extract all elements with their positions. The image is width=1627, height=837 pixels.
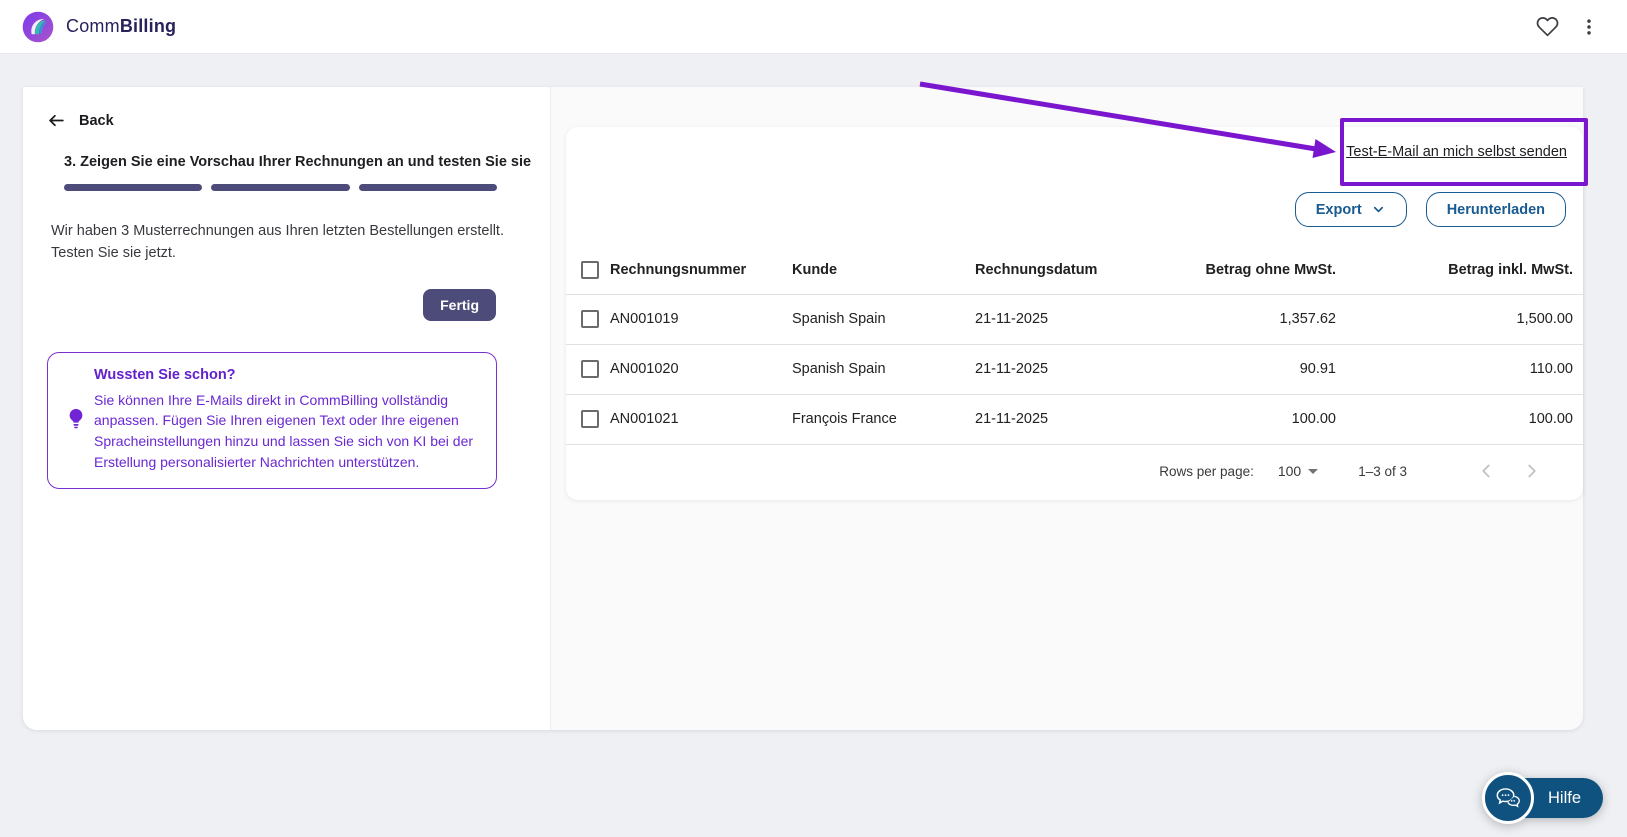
select-all-checkbox[interactable]: [581, 261, 599, 279]
invoice-area: Test-E-Mail an mich selbst senden Export…: [551, 87, 1583, 730]
back-label: Back: [79, 113, 114, 129]
wizard-progress-bar: [64, 184, 497, 191]
help-button[interactable]: Hilfe: [1488, 778, 1603, 818]
invoice-row[interactable]: AN001019 Spanish Spain 21-11-2025 1,357.…: [566, 294, 1583, 344]
row-checkbox[interactable]: [581, 310, 599, 328]
chevron-right-icon: [1521, 460, 1543, 482]
table-pagination: Rows per page: 100 1–3 of 3: [566, 445, 1583, 498]
wizard-panel: Back 3. Zeigen Sie eine Vorschau Ihrer R…: [23, 87, 551, 730]
column-header-gross: Betrag inkl. MwSt.: [1336, 247, 1583, 294]
tip-title: Wussten Sie schon?: [94, 367, 482, 383]
row-checkbox[interactable]: [581, 360, 599, 378]
cell-amount-gross: 100.00: [1336, 394, 1583, 444]
brand-logo[interactable]: CommBilling: [20, 9, 176, 45]
wizard-step-title: 3. Zeigen Sie eine Vorschau Ihrer Rechnu…: [64, 152, 512, 172]
cell-customer: Spanish Spain: [792, 344, 975, 394]
app-header: CommBilling: [0, 0, 1627, 54]
invoice-row[interactable]: AN001020 Spanish Spain 21-11-2025 90.91 …: [566, 344, 1583, 394]
column-header-date: Rechnungsdatum: [975, 247, 1155, 294]
cell-invoice-date: 21-11-2025: [975, 294, 1155, 344]
arrow-left-icon: [47, 111, 66, 130]
cell-invoice-number: AN001019: [610, 294, 792, 344]
heart-icon: [1536, 15, 1559, 38]
cell-amount-net: 1,357.62: [1155, 294, 1336, 344]
brand-name: CommBilling: [66, 16, 176, 37]
kebab-menu-icon: [1579, 17, 1599, 37]
cell-customer: François France: [792, 394, 975, 444]
cell-invoice-date: 21-11-2025: [975, 344, 1155, 394]
export-button-label: Export: [1316, 202, 1362, 218]
tip-box: Wussten Sie schon? Sie können Ihre E-Mai…: [47, 352, 497, 490]
cell-invoice-number: AN001020: [610, 344, 792, 394]
invoice-table-card: Test-E-Mail an mich selbst senden Export…: [566, 127, 1583, 500]
cell-amount-gross: 110.00: [1336, 344, 1583, 394]
export-button[interactable]: Export: [1295, 192, 1407, 227]
cell-invoice-number: AN001021: [610, 394, 792, 444]
row-checkbox[interactable]: [581, 410, 599, 428]
next-page-button[interactable]: [1521, 460, 1543, 482]
progress-segment: [64, 184, 202, 191]
column-header-customer: Kunde: [792, 247, 975, 294]
commbilling-logo-icon: [20, 9, 56, 45]
previous-page-button[interactable]: [1475, 460, 1497, 482]
cell-amount-net: 100.00: [1155, 394, 1336, 444]
lightbulb-icon: [65, 407, 87, 431]
caret-down-icon: [1308, 469, 1318, 474]
cell-amount-net: 90.91: [1155, 344, 1336, 394]
column-header-net: Betrag ohne MwSt.: [1155, 247, 1336, 294]
chevron-left-icon: [1475, 460, 1497, 482]
invoice-table: Rechnungsnummer Kunde Rechnungsdatum Bet…: [566, 247, 1583, 445]
favorites-button[interactable]: [1529, 9, 1565, 45]
cell-amount-gross: 1,500.00: [1336, 294, 1583, 344]
table-header-row: Rechnungsnummer Kunde Rechnungsdatum Bet…: [566, 247, 1583, 294]
rows-per-page-label: Rows per page:: [1159, 464, 1254, 479]
back-button[interactable]: Back: [47, 111, 512, 130]
overflow-menu-button[interactable]: [1571, 9, 1607, 45]
cell-invoice-date: 21-11-2025: [975, 394, 1155, 444]
column-header-number: Rechnungsnummer: [610, 247, 792, 294]
content-container: Back 3. Zeigen Sie eine Vorschau Ihrer R…: [23, 87, 1583, 730]
download-button[interactable]: Herunterladen: [1426, 192, 1566, 227]
rows-per-page-select[interactable]: 100: [1278, 463, 1318, 479]
progress-segment: [211, 184, 349, 191]
chevron-down-icon: [1371, 202, 1386, 217]
cell-customer: Spanish Spain: [792, 294, 975, 344]
done-button[interactable]: Fertig: [423, 289, 496, 321]
pagination-range: 1–3 of 3: [1358, 464, 1407, 479]
help-button-label: Hilfe: [1548, 789, 1581, 808]
invoice-row[interactable]: AN001021 François France 21-11-2025 100.…: [566, 394, 1583, 444]
tip-body: Sie können Ihre E-Mails direkt in CommBi…: [94, 390, 482, 473]
send-test-email-link[interactable]: Test-E-Mail an mich selbst senden: [1346, 144, 1567, 160]
progress-segment: [359, 184, 497, 191]
chat-bubbles-icon: [1482, 772, 1534, 824]
wizard-description: Wir haben 3 Musterrechnungen aus Ihren l…: [51, 221, 506, 265]
